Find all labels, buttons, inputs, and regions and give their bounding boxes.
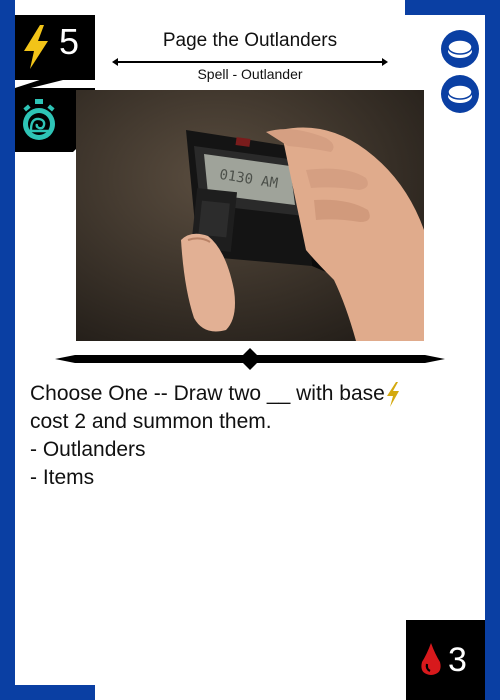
blood-cost-panel: 3 [406, 620, 485, 700]
rules-line-2: cost 2 and summon them. [30, 410, 272, 433]
energy-cost-value: 5 [59, 21, 80, 62]
card-border-right [485, 0, 500, 700]
card-border-top-right [405, 0, 500, 15]
card-title-area: Page the Outlanders [110, 28, 390, 54]
text-divider [55, 348, 445, 370]
blood-cost-value: 3 [448, 641, 467, 679]
blood-drop-icon [421, 643, 441, 675]
token-icon [441, 30, 479, 68]
rules-text: Choose One -- Draw two __ with base cost… [30, 380, 470, 492]
card-title: Page the Outlanders [162, 30, 338, 51]
card-artwork: 0130 AM [76, 90, 424, 341]
card-type-line: Spell - Outlander [197, 66, 303, 82]
token-icon [441, 75, 479, 113]
rules-line-1-text: Choose One -- Draw two __ with base [30, 382, 385, 405]
card-border-bottom-left [0, 685, 95, 700]
rules-option-items: - Items [30, 466, 95, 489]
card-border-left [0, 0, 15, 700]
rules-option-outlanders: - Outlanders [30, 438, 146, 461]
rules-line-1: Choose One -- Draw two __ with base [30, 380, 470, 408]
lightning-bolt-icon [386, 382, 399, 407]
